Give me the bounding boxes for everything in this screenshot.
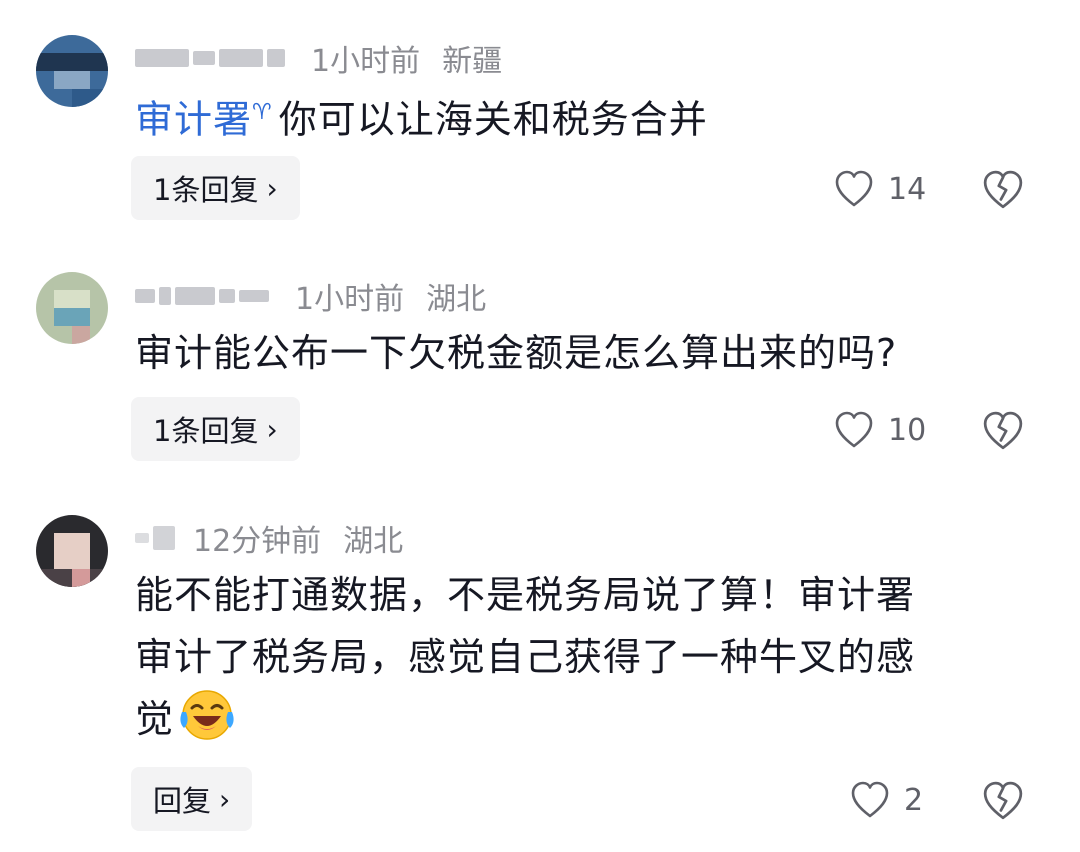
chevron-right-icon: › <box>219 782 231 816</box>
reply-button-label: 回复 <box>153 784 212 818</box>
heart-outline-icon <box>851 781 889 818</box>
comment-text: 能不能打通数据，不是税务局说了算！审计署 审计了税务局，感觉自己获得了一种牛叉的… <box>135 564 1005 750</box>
comment-location: 新疆 <box>442 44 503 79</box>
comment-time: 12分钟前 <box>193 524 322 559</box>
chevron-right-icon: › <box>266 412 278 446</box>
reply-button-label: 1条回复 <box>153 414 259 448</box>
comment-text: 审计署♈︎ 你可以让海关和税务合并 <box>135 82 1005 151</box>
comment-text: 审计能公布一下欠税金额是怎么算出来的吗? <box>135 331 898 375</box>
broken-heart-icon[interactable] <box>982 410 1024 452</box>
broken-heart-icon[interactable] <box>982 780 1024 822</box>
avatar[interactable] <box>36 272 108 344</box>
comment-time: 1小时前 <box>295 282 405 317</box>
comment-location: 湖北 <box>343 524 404 559</box>
comment-meta: 1小时前 湖北 <box>135 276 487 317</box>
reply-button-label: 1条回复 <box>153 173 259 207</box>
blurred-username[interactable] <box>135 287 269 305</box>
blurred-username[interactable] <box>135 49 285 67</box>
comment-body-line: 审计了税务局，感觉自己获得了一种牛叉的感 <box>135 635 916 679</box>
avatar[interactable] <box>36 35 108 107</box>
laughing-crying-emoji <box>180 690 234 740</box>
comment-meta: 1小时前 新疆 <box>135 38 503 79</box>
comment-time: 1小时前 <box>311 44 421 79</box>
heart-outline-icon <box>835 170 873 207</box>
view-replies-button[interactable]: 1条回复 › <box>131 397 300 461</box>
comment-body-line: 能不能打通数据，不是税务局说了算！审计署 <box>135 573 916 617</box>
like-button[interactable]: 2 <box>850 776 923 824</box>
avatar[interactable] <box>36 515 108 587</box>
like-count: 14 <box>888 171 927 207</box>
mention-icon: ♈︎ <box>252 100 273 125</box>
like-button[interactable]: 14 <box>834 165 926 213</box>
comment-body-line: 觉 <box>135 688 1005 750</box>
like-count: 2 <box>904 782 924 818</box>
broken-heart-icon[interactable] <box>982 169 1024 211</box>
comment-body: 你可以让海关和税务合并 <box>278 97 708 142</box>
reply-button[interactable]: 回复 › <box>131 767 253 831</box>
comment-meta: 12分钟前 湖北 <box>135 518 404 559</box>
heart-outline-icon <box>835 411 873 448</box>
view-replies-button[interactable]: 1条回复 › <box>131 156 300 220</box>
comment-body-tail: 觉 <box>135 697 175 741</box>
chevron-right-icon: › <box>266 171 278 205</box>
comment-location: 湖北 <box>426 282 487 317</box>
blurred-username[interactable] <box>135 526 175 550</box>
like-button[interactable]: 10 <box>834 406 926 454</box>
like-count: 10 <box>888 412 927 448</box>
mention-link[interactable]: 审计署 <box>135 98 252 142</box>
